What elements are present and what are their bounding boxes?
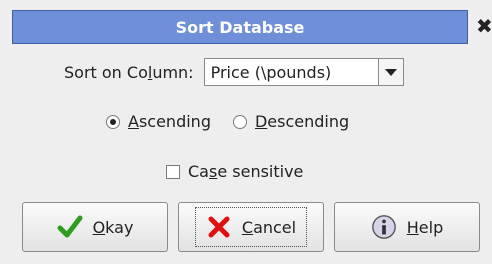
descending-label[interactable]: Descending — [255, 112, 349, 131]
case-sensitive-label[interactable]: Case sensitive — [188, 162, 303, 181]
okay-label: Okay — [92, 217, 134, 237]
ascending-radio[interactable]: Ascending — [106, 112, 211, 131]
help-label: Help — [406, 217, 444, 237]
help-button[interactable]: Help — [334, 202, 480, 252]
cancel-focus-ring: Cancel — [194, 207, 308, 247]
sort-column-row: Sort on Column: Price (\pounds) — [64, 58, 404, 86]
close-icon[interactable]: ✖ — [476, 14, 492, 38]
sort-dialog: Sort Database ✖ Sort on Column: Price (\… — [0, 0, 492, 264]
sort-column-value: Price (\pounds) — [210, 62, 332, 82]
title-bar[interactable]: Sort Database — [12, 10, 468, 44]
sort-order-group: Ascending Descending — [106, 112, 371, 131]
cancel-label: Cancel — [241, 217, 297, 237]
x-icon — [206, 214, 232, 240]
okay-button[interactable]: Okay — [22, 202, 168, 252]
sort-column-label: Sort on Column: — [64, 62, 194, 82]
ascending-label[interactable]: Ascending — [128, 112, 211, 131]
sort-column-dropdown[interactable]: Price (\pounds) — [203, 58, 404, 86]
dialog-title: Sort Database — [175, 17, 305, 37]
radio-selected-icon[interactable] — [106, 114, 120, 129]
case-sensitive-checkbox[interactable]: Case sensitive — [166, 162, 303, 181]
descending-radio[interactable]: Descending — [232, 112, 349, 131]
cancel-button[interactable]: Cancel — [178, 202, 324, 252]
info-icon — [371, 214, 397, 240]
chevron-down-icon[interactable] — [377, 59, 403, 85]
checkbox-icon[interactable] — [166, 164, 180, 179]
checkmark-icon — [57, 214, 83, 240]
radio-unselected-icon[interactable] — [232, 114, 247, 129]
